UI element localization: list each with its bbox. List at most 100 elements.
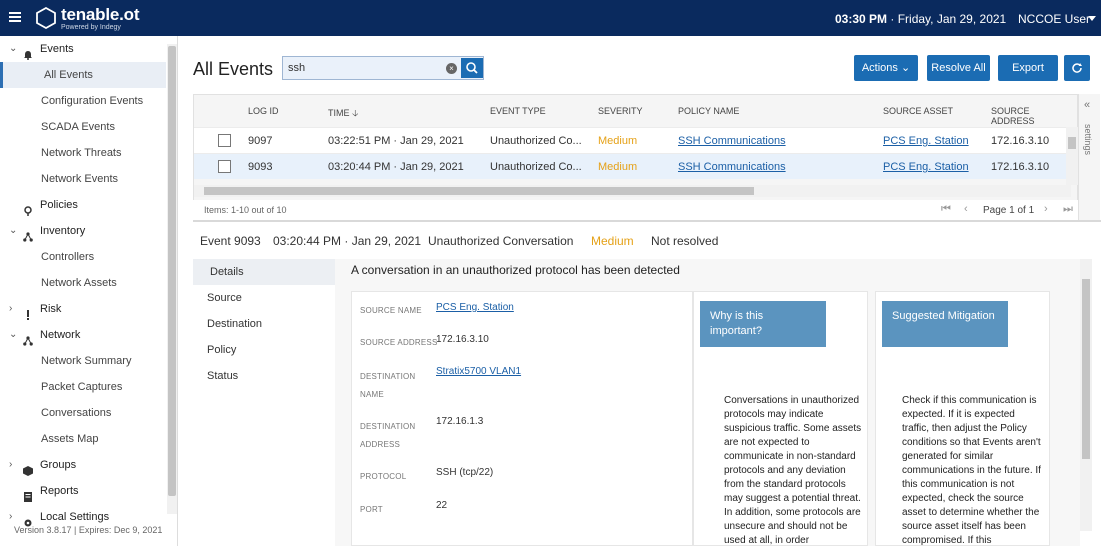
sidebar-item-policies[interactable]: Policies bbox=[0, 192, 166, 218]
sidebar-item-label: Groups bbox=[40, 459, 77, 471]
clock-time: 03:30 PM bbox=[835, 12, 888, 26]
sidebar-item-groups[interactable]: › Groups bbox=[0, 452, 166, 478]
cell-time: 03:22:51 PM · Jan 29, 2021 bbox=[328, 135, 464, 147]
cube-icon bbox=[23, 460, 33, 476]
table-vertical-scrollbar[interactable] bbox=[1066, 127, 1078, 185]
export-button[interactable]: Export bbox=[998, 55, 1058, 81]
sidebar-item-assets-map[interactable]: Assets Map bbox=[0, 426, 166, 452]
logo-text: tenable.ot bbox=[61, 4, 140, 24]
tab-source[interactable]: Source bbox=[193, 285, 335, 311]
hamburger-menu-icon[interactable] bbox=[9, 12, 21, 22]
tab-destination[interactable]: Destination bbox=[193, 311, 335, 337]
sidebar-item-label: Events bbox=[40, 43, 74, 55]
user-menu[interactable]: NCCOE User bbox=[1018, 12, 1090, 26]
actions-label: Actions bbox=[861, 62, 898, 74]
sidebar-item-label: Inventory bbox=[40, 225, 86, 237]
chevron-right-icon[interactable]: › bbox=[9, 504, 12, 530]
search-icon bbox=[466, 62, 478, 74]
cell-source-address: 172.16.3.10 bbox=[991, 161, 1050, 173]
collapse-icon: « bbox=[1084, 99, 1091, 111]
chevron-right-icon[interactable]: › bbox=[9, 296, 12, 322]
last-page-icon[interactable]: ⏭ bbox=[1063, 203, 1073, 216]
sidebar-item-network-threats[interactable]: Network Threats bbox=[0, 140, 166, 166]
top-bar: tenable.ot Powered by Indegy 03:30 PM · … bbox=[0, 0, 1101, 36]
sidebar-item-all-events[interactable]: All Events bbox=[0, 62, 166, 88]
col-severity[interactable]: SEVERITY bbox=[598, 106, 643, 116]
sidebar-scrollbar[interactable] bbox=[167, 44, 177, 514]
cell-source-asset-link[interactable]: PCS Eng. Station bbox=[883, 135, 969, 147]
actions-button[interactable]: Actions ⌄ bbox=[854, 55, 918, 81]
resolve-all-button[interactable]: Resolve All bbox=[927, 55, 990, 81]
cell-source-asset-link[interactable]: PCS Eng. Station bbox=[883, 161, 969, 173]
chevron-down-icon[interactable]: ⌄ bbox=[9, 36, 17, 62]
row-checkbox[interactable] bbox=[218, 160, 231, 173]
sidebar-item-label: Risk bbox=[40, 303, 62, 315]
sidebar-item-reports[interactable]: Reports bbox=[0, 478, 166, 504]
version-info: Version 3.8.17 | Expires: Dec 9, 2021 bbox=[14, 525, 163, 535]
next-page-icon[interactable]: › bbox=[1044, 203, 1048, 215]
prop-value: 172.16.3.10 bbox=[436, 334, 489, 345]
prop-key: NAME bbox=[360, 390, 384, 399]
sidebar-item-controllers[interactable]: Controllers bbox=[0, 244, 166, 270]
event-summary-bar: Event 9093 03:20:44 PM · Jan 29, 2021 Un… bbox=[193, 230, 1101, 252]
sidebar-item-scada-events[interactable]: SCADA Events bbox=[0, 114, 166, 140]
search-button[interactable] bbox=[461, 58, 483, 78]
sidebar-item-network[interactable]: ⌄ Network bbox=[0, 322, 166, 348]
chevron-down-icon[interactable]: ⌄ bbox=[9, 322, 17, 348]
network-icon bbox=[23, 330, 33, 346]
sidebar-item-conversations[interactable]: Conversations bbox=[0, 400, 166, 426]
tab-policy[interactable]: Policy bbox=[193, 337, 335, 363]
event-status: Not resolved bbox=[651, 234, 719, 248]
chevron-down-icon[interactable]: ⌄ bbox=[9, 218, 17, 244]
sidebar-item-network-assets[interactable]: Network Assets bbox=[0, 270, 166, 296]
source-name-link[interactable]: PCS Eng. Station bbox=[436, 302, 514, 313]
cell-severity: Medium bbox=[598, 161, 638, 173]
sidebar-item-events[interactable]: ⌄ Events bbox=[0, 36, 166, 62]
table-row[interactable]: 9093 03:20:44 PM · Jan 29, 2021 Unauthor… bbox=[194, 153, 1071, 179]
sidebar-item-network-summary[interactable]: Network Summary bbox=[0, 348, 166, 374]
search-input[interactable]: ssh bbox=[288, 62, 305, 74]
event-headline: A conversation in an unauthorized protoc… bbox=[351, 263, 680, 277]
settings-panel-toggle[interactable]: « settings bbox=[1078, 94, 1100, 220]
cell-policy-link[interactable]: SSH Communications bbox=[678, 161, 786, 173]
detail-scrollbar[interactable] bbox=[1080, 259, 1092, 531]
col-time[interactable]: TIME 🡣 bbox=[328, 106, 358, 122]
cell-log-id: 9093 bbox=[248, 161, 273, 173]
chevron-down-icon[interactable] bbox=[1088, 16, 1096, 21]
panel-divider[interactable] bbox=[193, 220, 1101, 222]
clear-search-icon[interactable]: × bbox=[446, 63, 457, 74]
table-horizontal-scrollbar[interactable] bbox=[194, 185, 1071, 197]
tenable-hex-icon bbox=[36, 7, 56, 29]
search-box[interactable]: ssh × bbox=[282, 56, 484, 80]
col-source-address[interactable]: SOURCE ADDRESS bbox=[991, 106, 1071, 126]
logo: tenable.ot Powered by Indegy bbox=[35, 5, 139, 31]
sort-down-icon: 🡣 bbox=[352, 108, 359, 118]
row-checkbox[interactable] bbox=[218, 134, 231, 147]
items-count: Items: 1-10 out of 10 bbox=[204, 205, 287, 215]
chevron-right-icon[interactable]: › bbox=[9, 452, 12, 478]
prop-key: SOURCE ADDRESS bbox=[360, 338, 438, 347]
col-log-id[interactable]: LOG ID bbox=[248, 106, 279, 116]
col-policy-name[interactable]: POLICY NAME bbox=[678, 106, 739, 116]
col-event-type[interactable]: EVENT TYPE bbox=[490, 106, 546, 116]
why-important-body: Conversations in unauthorized protocols … bbox=[724, 395, 862, 546]
refresh-button[interactable] bbox=[1064, 55, 1090, 81]
sidebar-item-configuration-events[interactable]: Configuration Events bbox=[0, 88, 166, 114]
sidebar-item-risk[interactable]: › Risk bbox=[0, 296, 166, 322]
logo-subtext: Powered by Indegy bbox=[61, 23, 121, 31]
cell-policy-link[interactable]: SSH Communications bbox=[678, 135, 786, 147]
report-icon bbox=[23, 486, 33, 502]
tab-details[interactable]: Details bbox=[193, 259, 335, 285]
prev-page-icon[interactable]: ‹ bbox=[964, 203, 968, 215]
pagination: Items: 1-10 out of 10 ⏮ ‹ Page 1 of 1 › … bbox=[193, 200, 1078, 220]
event-properties: SOURCE NAME PCS Eng. Station SOURCE ADDR… bbox=[351, 291, 693, 546]
destination-name-link[interactable]: Stratix5700 VLAN1 bbox=[436, 366, 521, 377]
table-row[interactable]: 9097 03:22:51 PM · Jan 29, 2021 Unauthor… bbox=[194, 127, 1071, 153]
sidebar-item-inventory[interactable]: ⌄ Inventory bbox=[0, 218, 166, 244]
sidebar-item-packet-captures[interactable]: Packet Captures bbox=[0, 374, 166, 400]
first-page-icon[interactable]: ⏮ bbox=[941, 203, 951, 216]
sidebar-item-network-events[interactable]: Network Events bbox=[0, 166, 166, 192]
tab-status[interactable]: Status bbox=[193, 363, 335, 389]
prop-key: ADDRESS bbox=[360, 440, 401, 449]
col-source-asset[interactable]: SOURCE ASSET bbox=[883, 106, 953, 116]
